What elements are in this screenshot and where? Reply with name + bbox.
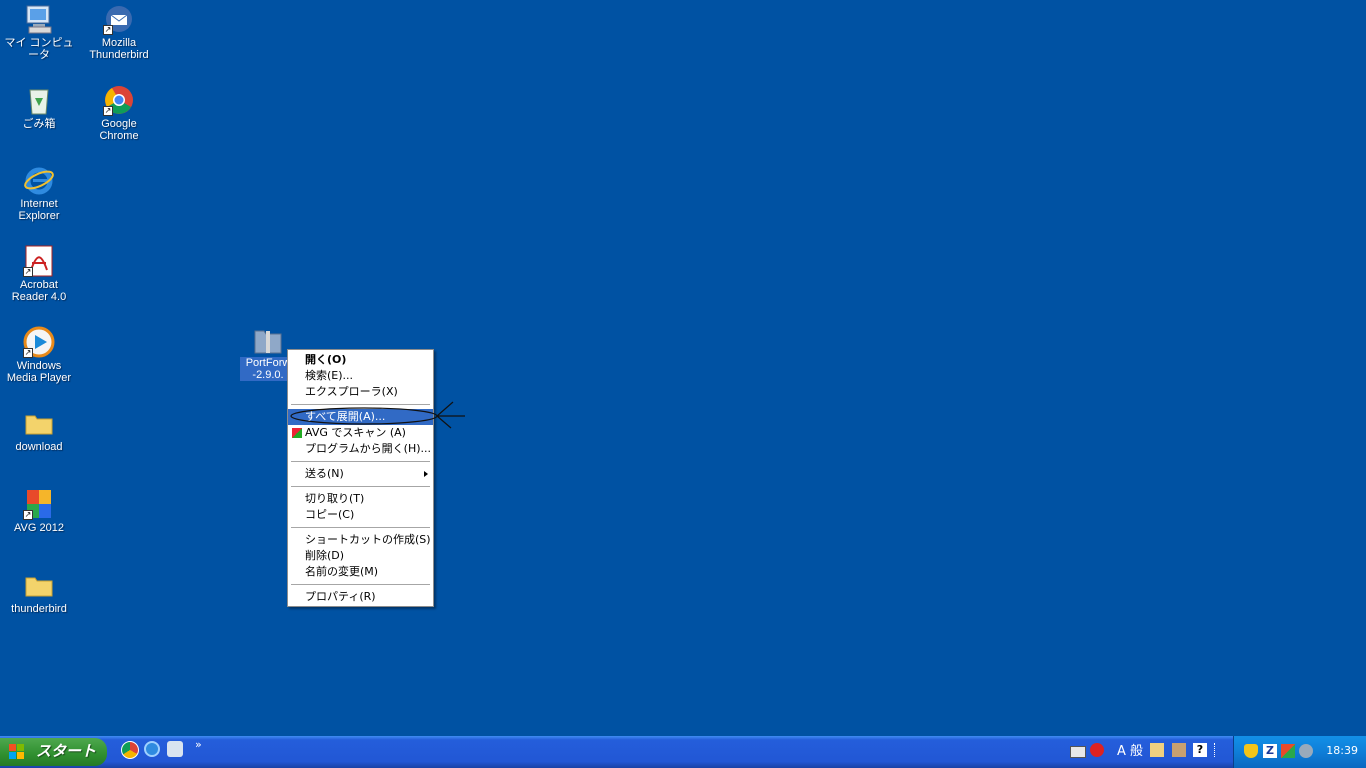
desktop-icon-mozilla-thunderbird[interactable]: ↗ Mozilla Thunderbird bbox=[79, 3, 159, 61]
acrobat-icon: ↗ bbox=[23, 245, 55, 277]
media-player-icon: ↗ bbox=[23, 326, 55, 358]
ime-mode-indicator[interactable]: A 般 bbox=[1117, 740, 1143, 759]
desktop-icon-label: マイ コンピュータ bbox=[4, 37, 74, 61]
menu-item-rename[interactable]: 名前の変更(M) bbox=[288, 564, 433, 580]
clock[interactable]: 18:39 bbox=[1326, 744, 1358, 757]
desktop-icon-label: Internet bbox=[20, 198, 58, 210]
folder-icon bbox=[23, 569, 55, 601]
desktop-icon-google-chrome[interactable]: ↗ Google Chrome bbox=[79, 84, 159, 142]
desktop-icon-label: download bbox=[15, 441, 63, 453]
thunderbird-icon: ↗ bbox=[103, 3, 135, 35]
desktop-icon-label: Google bbox=[101, 118, 137, 130]
options-icon[interactable] bbox=[1214, 743, 1221, 757]
show-desktop-icon[interactable] bbox=[167, 741, 183, 757]
desktop-icon-recycle-bin[interactable]: ごみ箱 bbox=[0, 84, 79, 130]
shortcut-arrow-icon: ↗ bbox=[23, 267, 33, 277]
quick-launch-chevron[interactable]: » bbox=[195, 738, 202, 751]
folder-icon bbox=[23, 407, 55, 439]
menu-separator bbox=[291, 486, 430, 487]
menu-item-create-shortcut[interactable]: ショートカットの作成(S) bbox=[288, 532, 433, 548]
menu-item-search[interactable]: 検索(E)... bbox=[288, 368, 433, 384]
submenu-arrow-icon bbox=[424, 471, 428, 477]
desktop-icon-label: ごみ箱 bbox=[22, 118, 56, 130]
start-label: スタート bbox=[36, 743, 97, 760]
annotation-circle-arrow bbox=[290, 401, 465, 429]
desktop-icon-internet-explorer[interactable]: Internet Explorer bbox=[0, 164, 79, 222]
computer-icon bbox=[23, 3, 55, 35]
desktop-icon-my-computer[interactable]: マイ コンピュータ bbox=[0, 3, 79, 61]
desktop-icon-thunderbird-folder[interactable]: thunderbird bbox=[0, 569, 79, 615]
desktop-icon-windows-media-player[interactable]: ↗ Windows Media Player bbox=[0, 326, 79, 384]
windows-flag-icon bbox=[9, 744, 24, 759]
menu-separator bbox=[291, 584, 430, 585]
desktop-icon-label: Thunderbird bbox=[89, 49, 149, 61]
menu-item-send-to[interactable]: 送る(N) bbox=[288, 466, 433, 482]
context-menu: 開く(O) 検索(E)... エクスプローラ(X) すべて展開(A)... AV… bbox=[287, 349, 434, 607]
ime-tool-icon[interactable] bbox=[1150, 743, 1164, 757]
desktop-icon-label: Windows bbox=[16, 360, 62, 372]
menu-item-open[interactable]: 開く(O) bbox=[288, 352, 433, 368]
system-tray: Z 18:39 bbox=[1233, 736, 1366, 768]
shortcut-arrow-icon: ↗ bbox=[23, 510, 33, 520]
shortcut-arrow-icon: ↗ bbox=[103, 106, 113, 116]
menu-item-label: 送る(N) bbox=[305, 467, 344, 480]
avg-tray-icon[interactable] bbox=[1281, 744, 1295, 758]
menu-item-open-with[interactable]: プログラムから開く(H)... bbox=[288, 441, 433, 457]
desktop-icon-acrobat-reader[interactable]: ↗ Acrobat Reader 4.0 bbox=[0, 245, 79, 303]
chrome-icon[interactable] bbox=[121, 741, 139, 759]
start-button[interactable]: スタート bbox=[0, 738, 107, 766]
desktop-icon-label: thunderbird bbox=[11, 603, 67, 615]
desktop-icon-label: Explorer bbox=[18, 210, 60, 222]
recycle-bin-icon bbox=[23, 84, 55, 116]
shortcut-arrow-icon: ↗ bbox=[103, 25, 113, 35]
desktop-icon-label: Acrobat bbox=[20, 279, 58, 291]
menu-item-cut[interactable]: 切り取り(T) bbox=[288, 491, 433, 507]
desktop-icon-label: AVG 2012 bbox=[14, 522, 64, 534]
menu-item-properties[interactable]: プロパティ(R) bbox=[288, 589, 433, 605]
menu-separator bbox=[291, 461, 430, 462]
menu-item-delete[interactable]: 削除(D) bbox=[288, 548, 433, 564]
desktop-icon-label: Reader 4.0 bbox=[11, 291, 67, 303]
internet-explorer-icon[interactable] bbox=[144, 741, 160, 757]
network-icon[interactable] bbox=[1299, 744, 1313, 758]
desktop-icon-label: Media Player bbox=[6, 372, 72, 384]
help-icon[interactable]: ? bbox=[1193, 743, 1207, 757]
dictionary-icon[interactable] bbox=[1172, 743, 1186, 757]
internet-explorer-icon bbox=[23, 164, 55, 196]
zip-folder-icon bbox=[252, 325, 284, 355]
ime-pad-icon[interactable] bbox=[1090, 743, 1104, 757]
zonealarm-icon[interactable]: Z bbox=[1263, 744, 1277, 758]
avg-icon: ↗ bbox=[23, 488, 55, 520]
desktop-icon-label: Mozilla bbox=[101, 37, 137, 49]
shortcut-arrow-icon: ↗ bbox=[23, 348, 33, 358]
desktop-icon-label: Chrome bbox=[99, 130, 139, 142]
menu-item-explorer[interactable]: エクスプローラ(X) bbox=[288, 384, 433, 400]
desktop-icon-avg-2012[interactable]: ↗ AVG 2012 bbox=[0, 488, 79, 534]
keyboard-icon[interactable] bbox=[1070, 746, 1086, 758]
menu-separator bbox=[291, 527, 430, 528]
chrome-icon: ↗ bbox=[103, 84, 135, 116]
desktop-icon-download-folder[interactable]: download bbox=[0, 407, 79, 453]
security-shield-icon[interactable] bbox=[1244, 744, 1258, 758]
menu-item-copy[interactable]: コピー(C) bbox=[288, 507, 433, 523]
